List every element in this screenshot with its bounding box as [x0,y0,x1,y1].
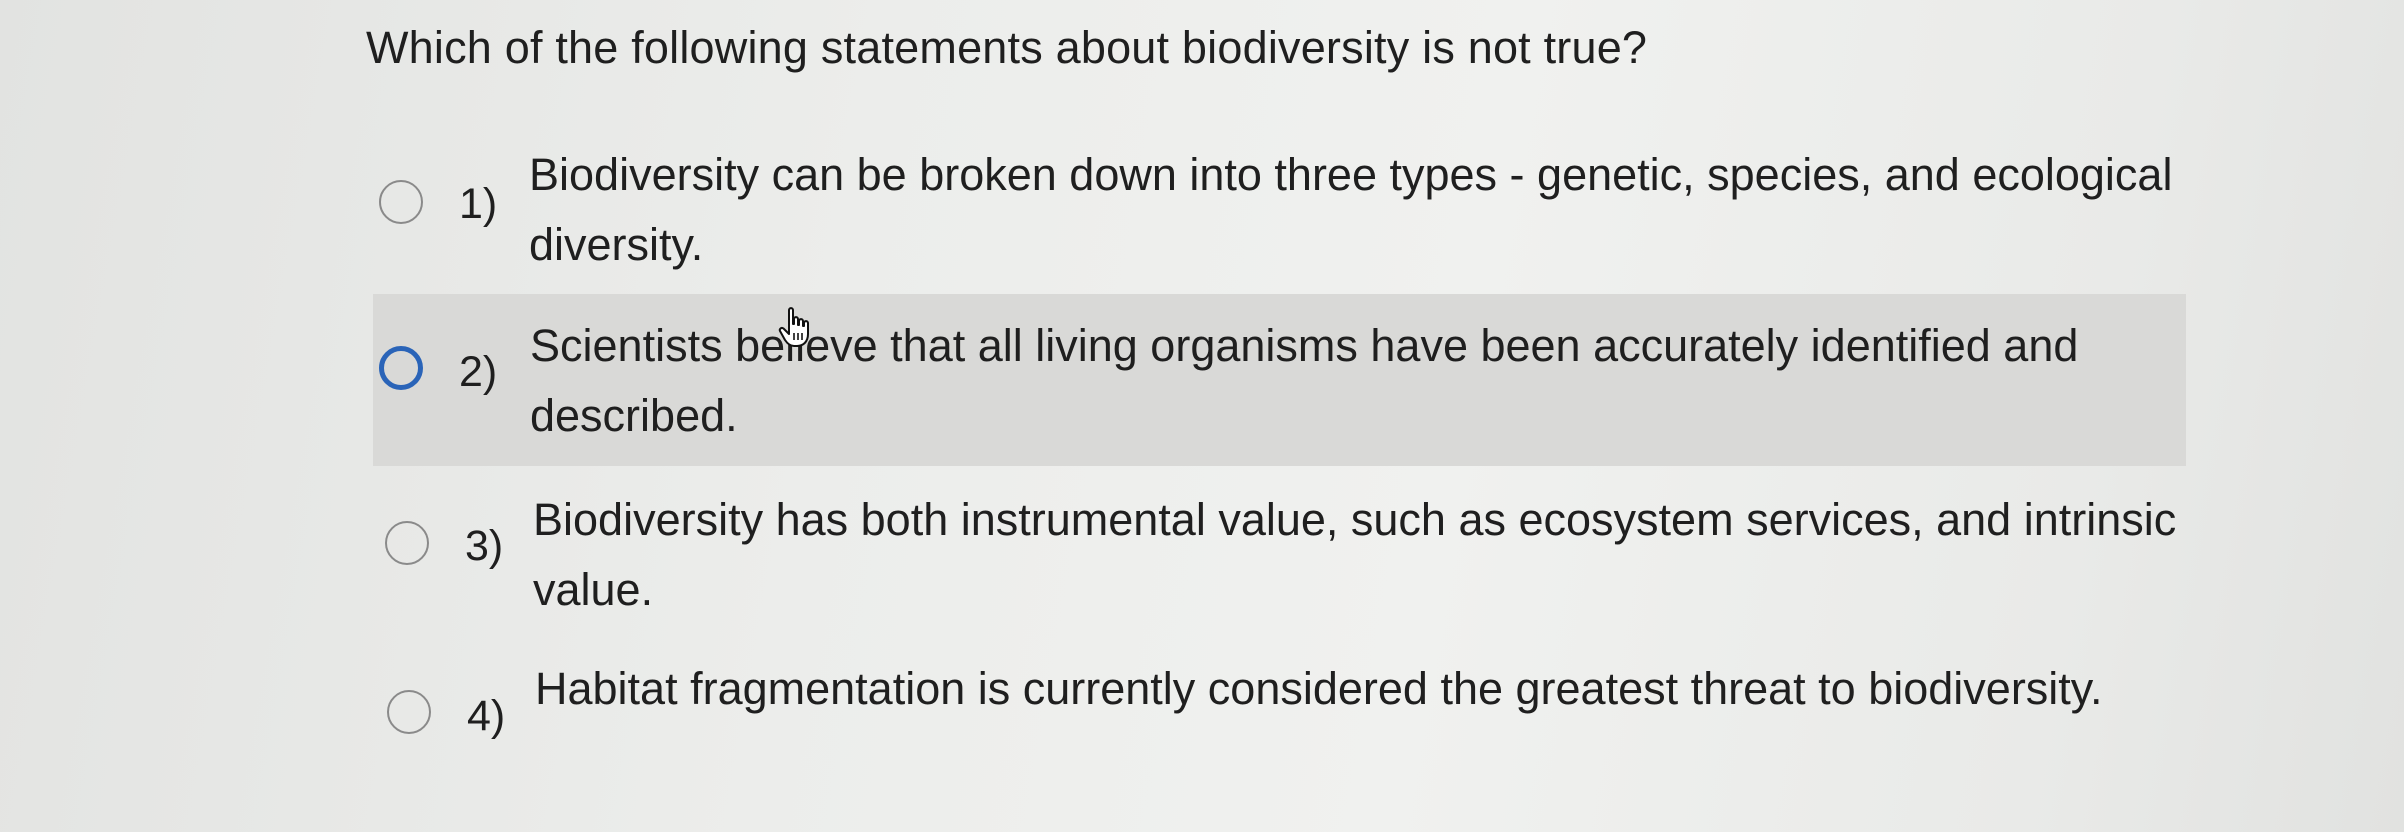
hand-pointer-icon [778,307,809,347]
question-text: Which of the following statements about … [366,22,1648,73]
radio-button-1[interactable] [379,180,423,224]
answer-option-4[interactable]: 4) Habitat fragmentation is currently co… [373,648,2186,798]
option-number-4: 4) [467,692,506,740]
answer-option-1[interactable]: 1) Biodiversity can be broken down into … [373,140,2186,290]
radio-button-3[interactable] [385,521,429,565]
option-text-1[interactable]: Biodiversity can be broken down into thr… [529,140,2179,280]
answer-option-3[interactable]: 3) Biodiversity has both instrumental va… [373,478,2186,628]
option-number-2: 2) [459,348,498,396]
option-number-3: 3) [465,522,504,570]
answer-option-2[interactable]: 2) Scientists believe that all living or… [373,294,2186,466]
radio-button-2[interactable] [379,346,423,390]
option-number-1: 1) [459,180,498,228]
radio-button-4[interactable] [387,690,431,734]
option-text-3[interactable]: Biodiversity has both instrumental value… [533,485,2183,625]
option-text-4[interactable]: Habitat fragmentation is currently consi… [535,654,2185,724]
